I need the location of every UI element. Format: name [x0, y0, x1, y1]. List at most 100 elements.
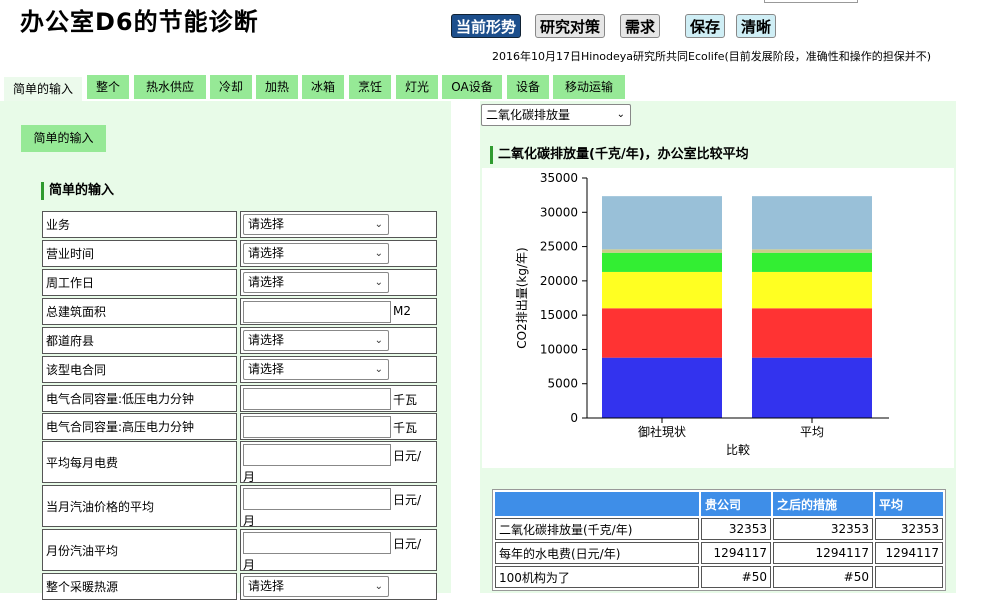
- form-row-low-voltage: 电气合同容量:低压电力分钟 千瓦: [42, 385, 437, 412]
- table-cell: [875, 566, 943, 588]
- table-cell: 1294117: [701, 542, 771, 564]
- tab-refrigerator[interactable]: 冰箱: [302, 75, 344, 99]
- table-cell: 二氧化碳排放量(千克/年): [495, 518, 699, 540]
- field-label: 业务: [42, 211, 237, 238]
- table-header-average: 平均: [875, 492, 943, 516]
- table-cell: 每年的水电费(日元/年): [495, 542, 699, 564]
- tab-heating[interactable]: 加热: [256, 75, 298, 99]
- clear-button[interactable]: 清晰: [736, 14, 777, 38]
- field-label: 平均每月电费: [42, 441, 237, 483]
- form-row-high-voltage: 电气合同容量:高压电力分钟 千瓦: [42, 413, 437, 440]
- simple-input-section-button[interactable]: 简单的输入: [21, 125, 106, 152]
- bar-segment: [602, 271, 722, 309]
- tab-lighting[interactable]: 灯光: [396, 75, 438, 99]
- gasoline-price-input[interactable]: [243, 488, 391, 510]
- metric-select[interactable]: 二氧化碳排放量 ⌄: [481, 104, 631, 126]
- field-label: 电气合同容量:高压电力分钟: [42, 413, 237, 440]
- y-tick-label: 35000: [540, 171, 578, 185]
- simple-input-heading: 简单的输入: [41, 182, 114, 200]
- table-cell: 32353: [773, 518, 873, 540]
- bar-segment: [602, 196, 722, 250]
- form-row-heating-source: 整个采暖热源 请选择 ⌄: [42, 573, 437, 600]
- chevron-down-icon: ⌄: [374, 335, 383, 346]
- select-value: 请选择: [248, 362, 285, 376]
- select-value: 请选择: [248, 579, 285, 593]
- table-header-company: 贵公司: [701, 492, 771, 516]
- contract-type-select[interactable]: 请选择 ⌄: [243, 359, 389, 380]
- table-header-blank: [495, 492, 699, 516]
- tab-equipment[interactable]: 设备: [507, 75, 549, 99]
- credit-text: 2016年10月17日Hinodeya研究所共同Ecolife(目前发展阶段，准…: [492, 50, 932, 63]
- chevron-down-icon: ⌄: [374, 364, 383, 375]
- table-cell: 1294117: [773, 542, 873, 564]
- table-row: 二氧化碳排放量(千克/年) 32353 32353 32353: [495, 518, 943, 540]
- chevron-down-icon: ⌄: [374, 581, 383, 592]
- business-select[interactable]: 请选择 ⌄: [243, 214, 389, 235]
- form-row-contract-type: 该型电合同 请选择 ⌄: [42, 356, 437, 383]
- table-cell: 32353: [875, 518, 943, 540]
- y-tick-label: 5000: [547, 377, 578, 391]
- gasoline-average-input[interactable]: [243, 532, 391, 554]
- tab-overall[interactable]: 整个: [87, 75, 129, 99]
- workdays-select[interactable]: 请选择 ⌄: [243, 272, 389, 293]
- heating-source-select[interactable]: 请选择 ⌄: [243, 576, 389, 597]
- unit-label: 日元/: [393, 449, 422, 463]
- table-cell: 1294117: [875, 542, 943, 564]
- co2-chart-svg: 0 5000 10000 15000 20000 25000 30000 35000 御社現状 平…: [515, 171, 889, 457]
- form-row-workdays: 周工作日 请选择 ⌄: [42, 269, 437, 296]
- chevron-down-icon: ⌄: [374, 248, 383, 259]
- unit-label-month: 月: [243, 470, 256, 484]
- tab-transport[interactable]: 移动运输: [553, 75, 625, 99]
- field-label: 当月汽油价格的平均: [42, 485, 237, 527]
- tab-hot-water[interactable]: 热水供应: [134, 75, 206, 99]
- form-row-floor-area: 总建筑面积 M2: [42, 298, 437, 325]
- y-tick-label: 0: [570, 411, 578, 425]
- select-value: 请选择: [248, 217, 285, 231]
- tab-cooling[interactable]: 冷却: [210, 75, 252, 99]
- x-axis-title: 比較: [726, 442, 750, 457]
- y-tick-label: 25000: [540, 240, 578, 254]
- business-hours-select[interactable]: 请选择 ⌄: [243, 243, 389, 264]
- select-value: 请选择: [248, 246, 285, 260]
- select-value: 请选择: [248, 333, 285, 347]
- prefecture-select[interactable]: 请选择 ⌄: [243, 330, 389, 351]
- select-value: 二氧化碳排放量: [486, 108, 571, 122]
- bar-segment: [602, 249, 722, 253]
- y-tick-label: 10000: [540, 342, 578, 356]
- bar-segment: [752, 252, 872, 272]
- y-axis-title: CO2排出量(kg/年): [515, 247, 529, 348]
- form-row-gasoline-average: 月份汽油平均 日元/月: [42, 529, 437, 572]
- unit-label: 日元/: [393, 537, 422, 551]
- bar-segment: [602, 308, 722, 358]
- bar-segment: [752, 308, 872, 358]
- form-row-gasoline-price: 当月汽油价格的平均 日元/月: [42, 485, 437, 528]
- low-voltage-capacity-input[interactable]: [243, 388, 391, 410]
- field-label: 营业时间: [42, 240, 237, 267]
- unit-label: 千瓦: [393, 393, 418, 407]
- current-situation-button[interactable]: 当前形势: [451, 14, 522, 38]
- table-header-after-measures: 之后的措施: [773, 492, 873, 516]
- demand-button[interactable]: 需求: [620, 14, 661, 38]
- save-button[interactable]: 保存: [685, 14, 726, 38]
- unit-label: 日元/: [393, 493, 422, 507]
- unit-label-month: 月: [243, 558, 256, 572]
- table-cell: #50: [701, 566, 771, 588]
- tab-cooking[interactable]: 烹饪: [349, 75, 391, 99]
- unit-label: 千瓦: [393, 421, 418, 435]
- y-tick-label: 20000: [540, 274, 578, 288]
- field-label: 都道府县: [42, 327, 237, 354]
- field-label: 整个采暖热源: [42, 573, 237, 600]
- co2-chart: 0 5000 10000 15000 20000 25000 30000 35000 御社現状 平…: [482, 168, 954, 468]
- results-table: 贵公司 之后的措施 平均 二氧化碳排放量(千克/年) 32353 32353 3…: [492, 489, 946, 591]
- field-label: 总建筑面积: [42, 298, 237, 325]
- tab-simple-input[interactable]: 简单的输入: [4, 77, 82, 103]
- research-measures-button[interactable]: 研究对策: [535, 14, 606, 38]
- top-select-edge: [764, 0, 858, 3]
- floor-area-input[interactable]: [243, 301, 391, 323]
- high-voltage-capacity-input[interactable]: [243, 416, 391, 438]
- form-row-prefecture: 都道府县 请选择 ⌄: [42, 327, 437, 354]
- bar-segment: [752, 271, 872, 309]
- monthly-electricity-bill-input[interactable]: [243, 444, 391, 466]
- tab-oa-equipment[interactable]: OA设备: [442, 75, 502, 99]
- table-row: 100机构为了 #50 #50: [495, 566, 943, 588]
